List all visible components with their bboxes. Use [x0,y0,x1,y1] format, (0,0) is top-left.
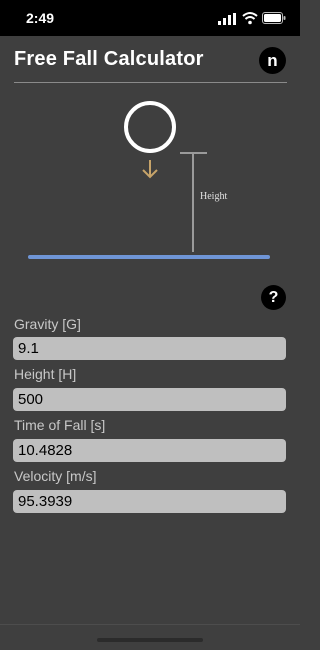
home-indicator[interactable] [97,638,203,642]
velocity-label: Velocity [m/s] [14,468,97,484]
height-input[interactable]: 500 [13,388,286,411]
velocity-field[interactable]: 95.3939 [13,490,286,513]
wifi-icon [242,12,258,25]
time-of-fall-field[interactable]: 10.4828 [13,439,286,462]
time-of-fall-label: Time of Fall [s] [14,417,106,433]
battery-icon [262,12,286,24]
gravity-input[interactable]: 9.1 [13,337,286,360]
gravity-label: Gravity [G] [14,316,81,332]
header-divider [14,82,287,83]
falling-ball-icon [124,101,176,153]
status-time: 2:49 [26,10,55,26]
signal-icon [218,13,236,25]
height-label: Height [200,191,228,202]
status-bar: 2:49 [0,0,300,36]
free-fall-diagram [28,101,270,259]
height-field-label: Height [H] [14,366,77,382]
height-marker [180,152,207,252]
help-button[interactable]: ? [261,285,286,310]
brand-menu-button[interactable]: n [259,47,286,74]
down-arrow-icon [142,160,158,179]
bottom-divider [0,624,300,625]
page-title: Free Fall Calculator [14,48,204,70]
